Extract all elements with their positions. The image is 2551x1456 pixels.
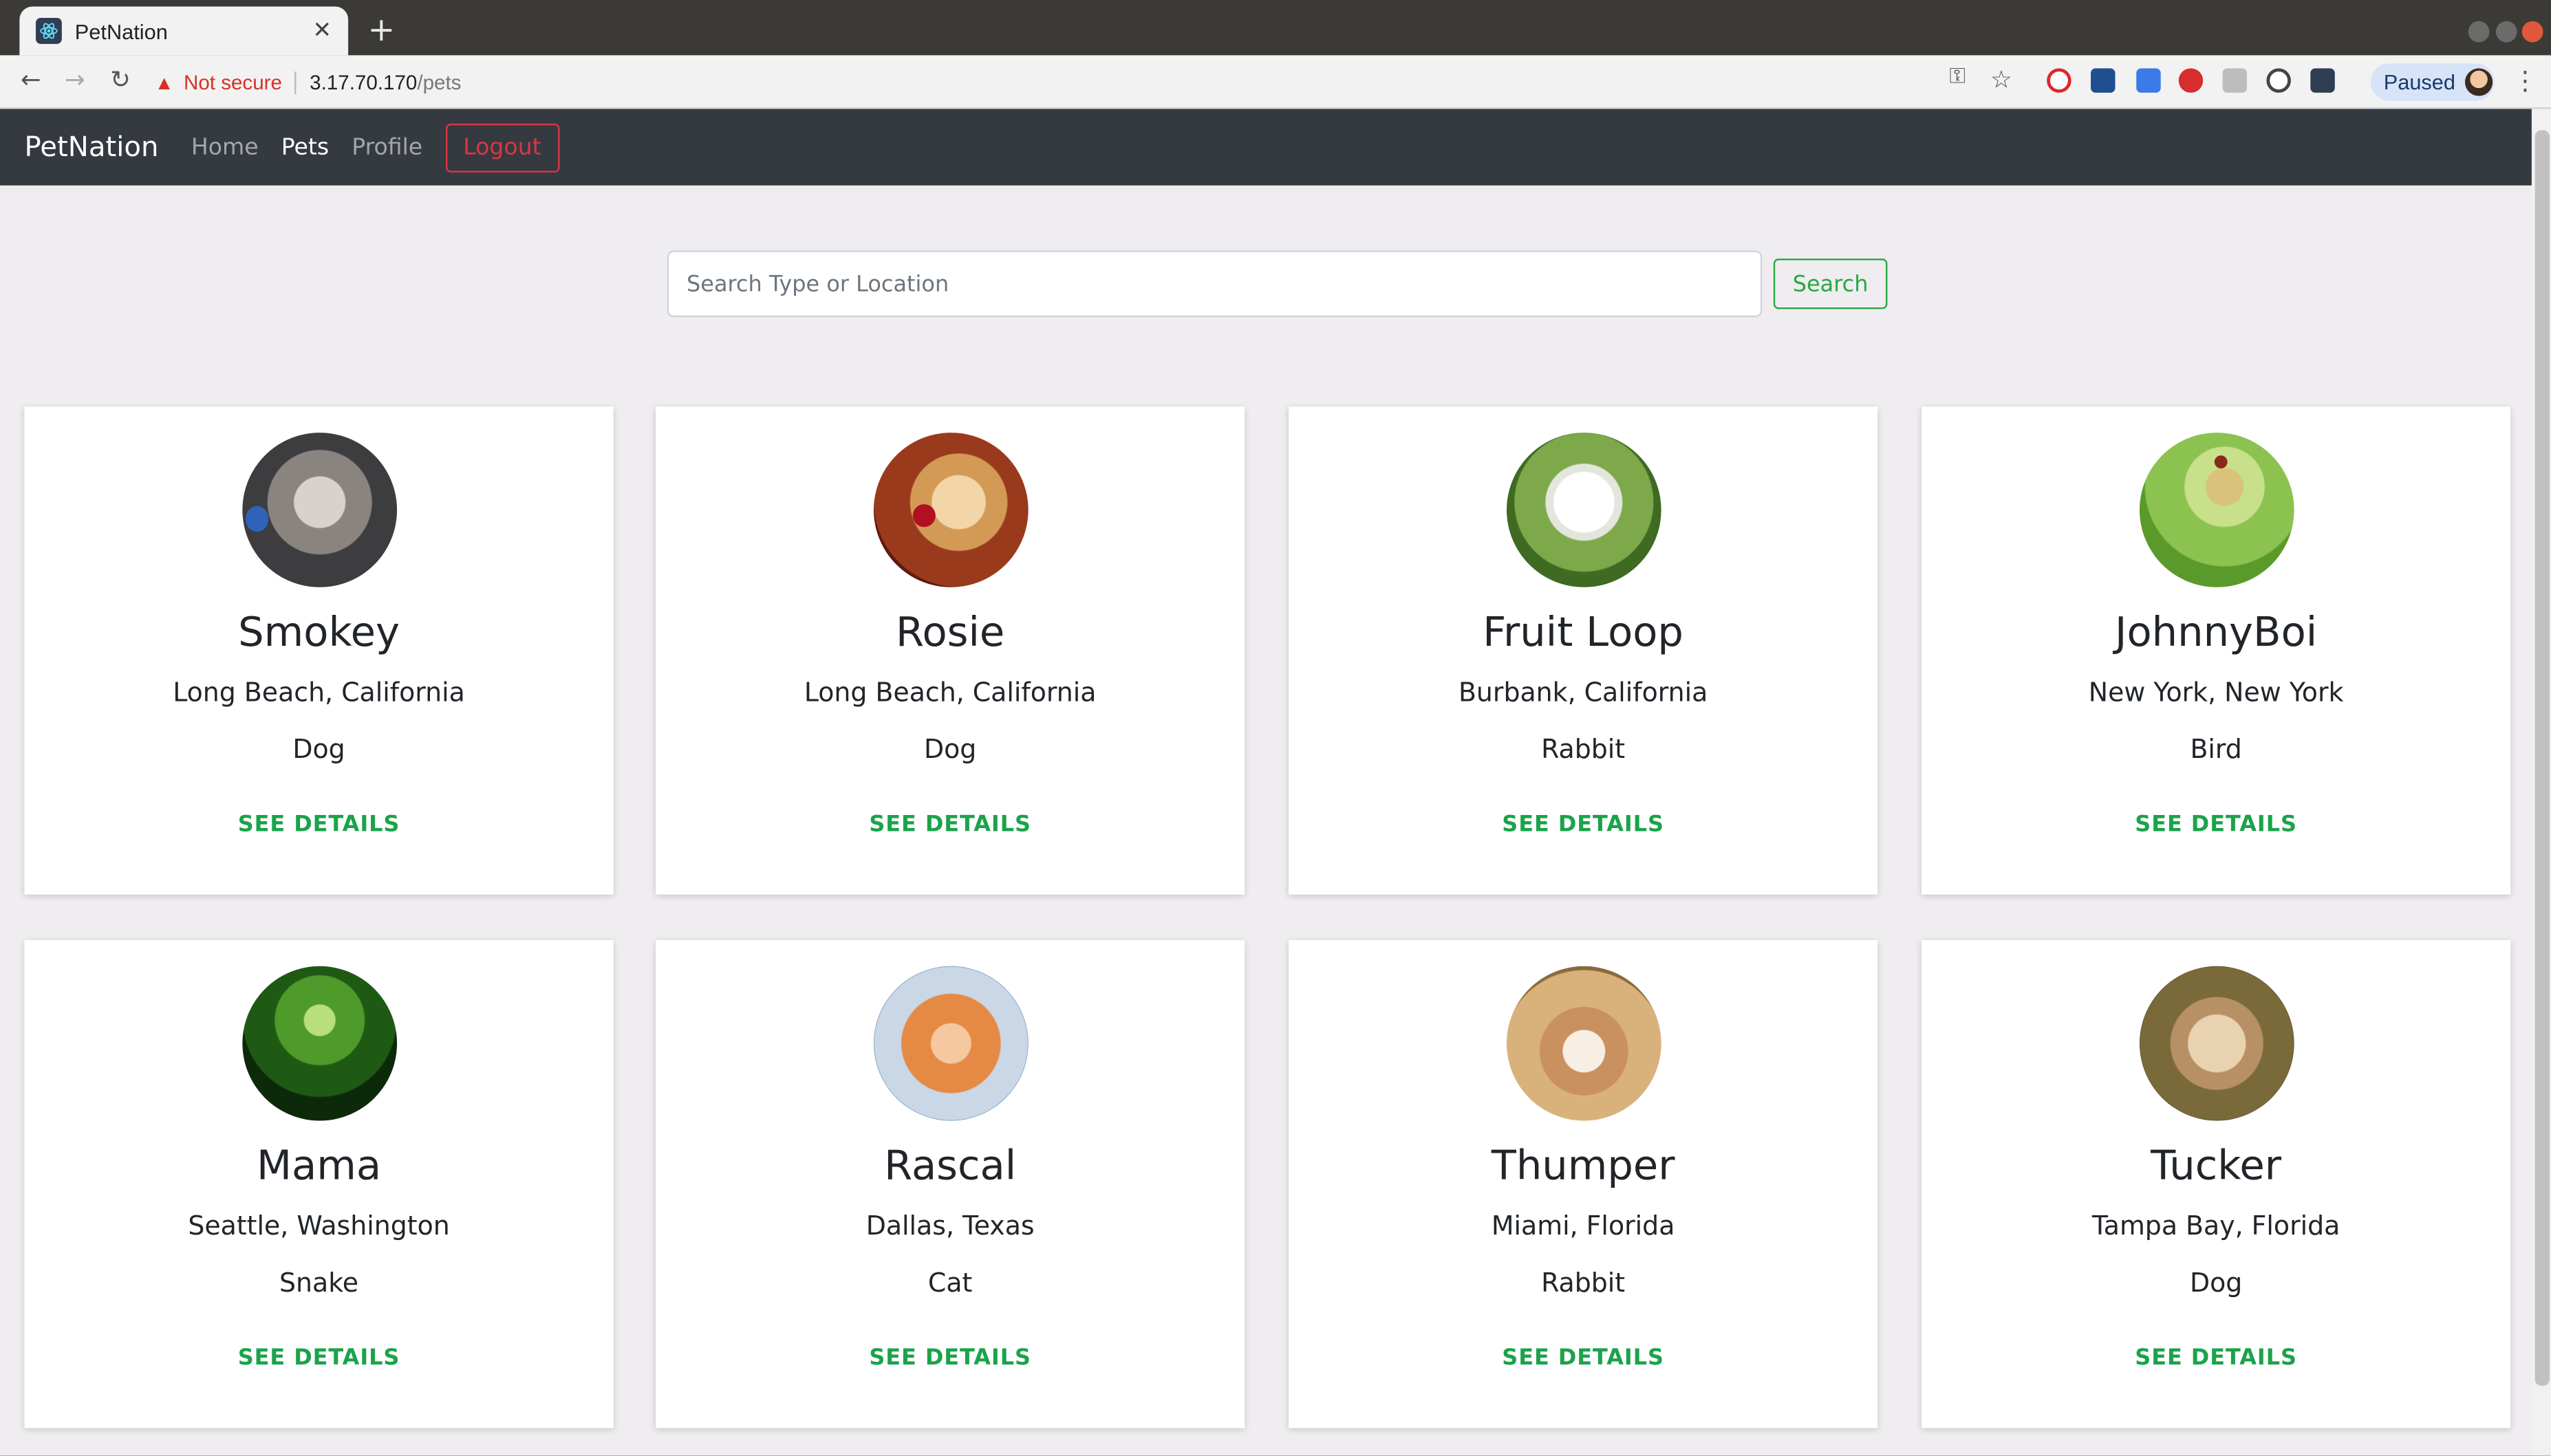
- close-window-icon[interactable]: [2521, 21, 2543, 43]
- minimize-window-icon[interactable]: [2468, 21, 2490, 43]
- pet-location: Miami, Florida: [1491, 1210, 1675, 1241]
- adblock-extension-icon[interactable]: [2178, 68, 2204, 93]
- forward-icon[interactable]: →: [58, 65, 91, 95]
- browser-toolbar: ← → ↻ ▲ Not secure 3.17.70.170 /pets ⚿ ☆: [0, 55, 2551, 109]
- menu-kebab-icon[interactable]: ⋮: [2512, 65, 2539, 96]
- pet-card-fruit-loop: Fruit Loop Burbank, California Rabbit SE…: [1289, 406, 1878, 895]
- pet-photo-mama: [241, 966, 396, 1121]
- brand-logo[interactable]: PetNation: [24, 131, 158, 163]
- j-extension-icon[interactable]: [2091, 68, 2116, 93]
- pet-photo-smokey: [241, 433, 396, 587]
- warning-icon: ▲: [154, 70, 174, 94]
- pet-location: Long Beach, California: [173, 676, 465, 708]
- see-details-link[interactable]: SEE DETAILS: [1502, 1345, 1664, 1371]
- pet-card-johnnyboi: JohnnyBoi New York, New York Bird SEE DE…: [1922, 406, 2511, 895]
- pet-type: Bird: [2190, 733, 2242, 765]
- see-details-link[interactable]: SEE DETAILS: [1502, 812, 1664, 838]
- pet-type: Dog: [2189, 1267, 2243, 1299]
- url-host: 3.17.70.170: [310, 70, 418, 94]
- pet-type: Dog: [292, 733, 345, 765]
- pet-name: Thumper: [1491, 1142, 1675, 1189]
- back-icon[interactable]: ←: [14, 65, 47, 95]
- security-label[interactable]: Not secure: [184, 71, 282, 94]
- pet-card-rascal: Rascal Dallas, Texas Cat SEE DETAILS: [656, 939, 1245, 1428]
- nav-link-home[interactable]: Home: [191, 134, 259, 160]
- avatar: [2465, 68, 2493, 96]
- profile-status: Paused: [2383, 69, 2456, 95]
- pet-type: Rabbit: [1541, 1267, 1626, 1299]
- react-favicon-icon: [36, 18, 62, 44]
- pet-type: Snake: [279, 1267, 359, 1299]
- profile-button[interactable]: Paused: [2370, 63, 2495, 101]
- pet-name: Smokey: [238, 608, 400, 656]
- pet-photo-tucker: [2138, 966, 2294, 1121]
- pet-name: JohnnyBoi: [2115, 608, 2318, 656]
- see-details-link[interactable]: SEE DETAILS: [869, 1345, 1031, 1371]
- pet-card-thumper: Thumper Miami, Florida Rabbit SEE DETAIL…: [1289, 939, 1878, 1428]
- browser-window: PetNation ✕ + ← → ↻ ▲ Not secure 3.17.70…: [0, 0, 2551, 1456]
- new-tab-button[interactable]: +: [367, 13, 395, 45]
- pet-location: Burbank, California: [1458, 676, 1708, 708]
- logout-button[interactable]: Logout: [445, 122, 559, 172]
- pet-location: Dallas, Texas: [865, 1210, 1035, 1241]
- pet-photo-fruit-loop: [1505, 433, 1661, 587]
- pet-card-smokey: Smokey Long Beach, California Dog SEE DE…: [24, 406, 614, 895]
- key-icon[interactable]: ⚿: [1941, 65, 1973, 89]
- see-details-link[interactable]: SEE DETAILS: [238, 1345, 400, 1371]
- maximize-window-icon[interactable]: [2495, 21, 2517, 43]
- block-extension-icon[interactable]: [2266, 68, 2291, 93]
- see-details-link[interactable]: SEE DETAILS: [2135, 1345, 2297, 1371]
- pet-location: Tampa Bay, Florida: [2091, 1210, 2340, 1241]
- address-separator: [294, 70, 297, 94]
- pet-photo-rosie: [872, 433, 1028, 587]
- pet-photo-johnnyboi: [2138, 433, 2294, 587]
- pet-type: Rabbit: [1541, 733, 1626, 765]
- close-tab-icon[interactable]: ✕: [309, 18, 335, 44]
- pet-location: New York, New York: [2088, 676, 2344, 708]
- bookmark-star-icon[interactable]: ☆: [1985, 65, 2017, 95]
- search-button[interactable]: Search: [1773, 259, 1888, 309]
- gray-extension-icon[interactable]: [2222, 68, 2248, 93]
- pet-card-rosie: Rosie Long Beach, California Dog SEE DET…: [656, 406, 1245, 895]
- pet-name: Tucker: [2151, 1142, 2282, 1189]
- pet-name: Fruit Loop: [1483, 608, 1683, 656]
- nav-link-profile[interactable]: Profile: [352, 134, 422, 160]
- reload-icon[interactable]: ↻: [104, 65, 136, 95]
- pet-location: Seattle, Washington: [188, 1210, 450, 1241]
- url-path: /pets: [417, 70, 462, 94]
- app-navbar: PetNation Home Pets Profile Logout: [0, 109, 2532, 186]
- tab-strip: PetNation ✕ +: [0, 0, 2551, 56]
- pet-photo-rascal: [872, 966, 1028, 1121]
- pet-card-tucker: Tucker Tampa Bay, Florida Dog SEE DETAIL…: [1922, 939, 2511, 1428]
- pet-name: Rosie: [896, 608, 1005, 656]
- nav-link-pets[interactable]: Pets: [281, 134, 329, 160]
- browser-tab[interactable]: PetNation ✕: [19, 6, 349, 56]
- pet-location: Long Beach, California: [804, 676, 1097, 708]
- pet-type: Cat: [927, 1267, 973, 1299]
- search-input[interactable]: [667, 250, 1763, 318]
- opera-extension-icon[interactable]: [2047, 68, 2071, 93]
- pet-photo-thumper: [1505, 966, 1661, 1121]
- pet-name: Mama: [257, 1142, 382, 1189]
- pet-type: Dog: [923, 733, 977, 765]
- see-details-link[interactable]: SEE DETAILS: [238, 812, 400, 838]
- pet-card-mama: Mama Seattle, Washington Snake SEE DETAI…: [24, 939, 614, 1428]
- pet-name: Rascal: [884, 1142, 1017, 1189]
- see-details-link[interactable]: SEE DETAILS: [2135, 812, 2297, 838]
- react-devtools-icon[interactable]: [2310, 68, 2335, 93]
- eyedropper-extension-icon[interactable]: [2136, 68, 2161, 93]
- see-details-link[interactable]: SEE DETAILS: [869, 812, 1031, 838]
- tab-title: PetNation: [74, 19, 168, 43]
- scrollbar-thumb[interactable]: [2534, 130, 2550, 1386]
